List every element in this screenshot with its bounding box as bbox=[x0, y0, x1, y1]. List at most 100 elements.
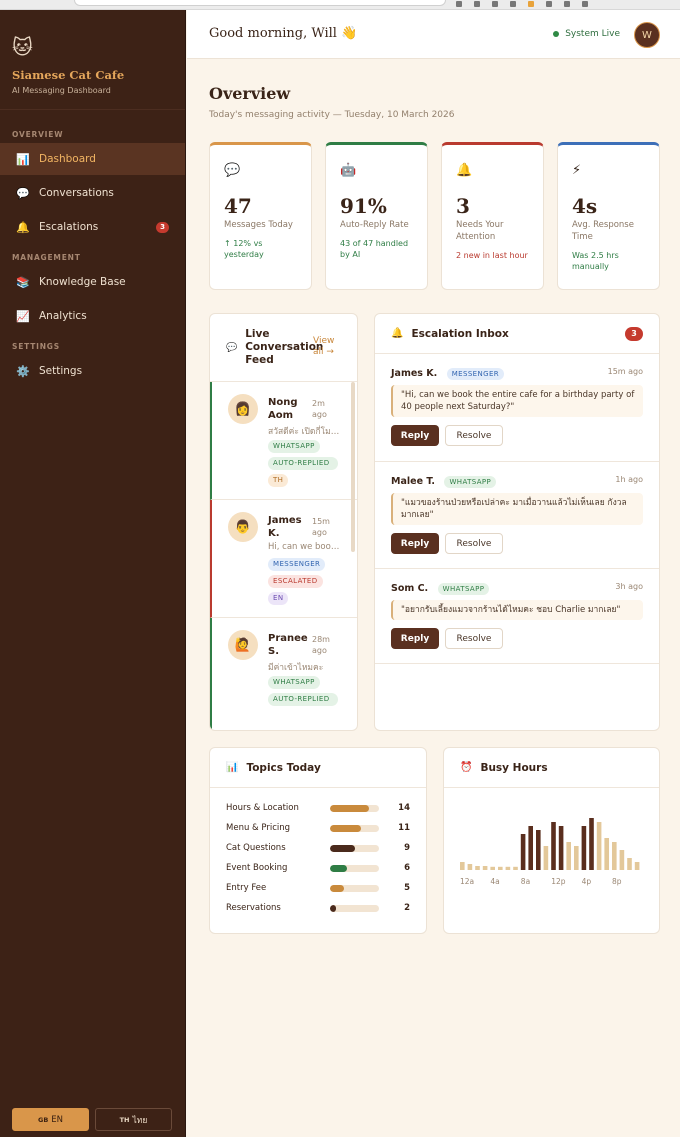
busy-hour-bar bbox=[604, 838, 609, 870]
resolve-button[interactable]: Resolve bbox=[445, 628, 503, 649]
busy-hour-bar bbox=[581, 826, 587, 870]
topic-count: 9 bbox=[404, 843, 410, 853]
busy-hour-bar bbox=[490, 866, 495, 870]
feed-item[interactable]: 👩 Nong Aom 2m ago สวัสดีค่ะ เปิดกี่โมงคะ… bbox=[210, 382, 357, 500]
brand: 🐱 Siamese Cat Cafe AI Messaging Dashboar… bbox=[0, 10, 185, 110]
stat-note: 43 of 47 handled by AI bbox=[340, 239, 409, 259]
escalation-actions: Reply Resolve bbox=[391, 425, 643, 446]
page-title: Overview bbox=[209, 84, 291, 103]
language-button-en[interactable]: GB EN bbox=[12, 1108, 89, 1131]
topic-name: Event Booking bbox=[226, 863, 288, 873]
topic-bar-track bbox=[330, 845, 379, 852]
topic-name: Hours & Location bbox=[226, 803, 299, 813]
robot-icon: 🤖 bbox=[340, 163, 357, 178]
feed-scrollbar[interactable] bbox=[351, 382, 355, 552]
feed-item[interactable]: 🙋 Pranee S. 28m ago มีค่าเข้าไหมคะ WHATS… bbox=[210, 618, 357, 730]
message-quote: "แมวของร้านป่วยหรือเปล่าคะ มาเมื่อวานแล้… bbox=[391, 493, 643, 525]
speech-bubble-icon: 💬 bbox=[16, 186, 30, 200]
topic-name: Menu & Pricing bbox=[226, 823, 291, 833]
resolve-button[interactable]: Resolve bbox=[445, 425, 503, 446]
escalation-item: Malee T. WHATSAPP 1h ago "แมวของร้านป่วย… bbox=[375, 462, 659, 569]
busy-hour-bar bbox=[520, 834, 526, 870]
feed-item[interactable]: 👨 James K. 15m ago Hi, can we book the e… bbox=[210, 500, 357, 618]
sidebar-item-dashboard[interactable]: 📊 Dashboard bbox=[0, 143, 185, 175]
extension-icon[interactable] bbox=[474, 1, 480, 7]
hour-tick-label: 12a bbox=[460, 877, 474, 886]
view-all-link[interactable]: View all → bbox=[313, 336, 343, 358]
bell-icon: 🔔 bbox=[16, 220, 30, 234]
hour-tick-label: 4a bbox=[490, 877, 499, 886]
lightning-icon: ⚡ bbox=[572, 163, 582, 178]
language-button-th[interactable]: TH ไทย bbox=[95, 1108, 172, 1131]
sidebar-item-escalations[interactable]: 🔔 Escalations 3 bbox=[0, 211, 185, 243]
nav-section-overview: OVERVIEW bbox=[12, 130, 64, 139]
cat-logo-icon: 🐱 bbox=[12, 35, 33, 59]
topic-count: 6 bbox=[404, 863, 410, 873]
status-tag: ESCALATED bbox=[268, 575, 323, 588]
stat-note: Was 2.5 hrs manually bbox=[572, 251, 619, 271]
feed-title: Live Conversation Feed bbox=[245, 328, 324, 366]
escalation-inbox: 🔔 Escalation Inbox 3 James K. MESSENGER … bbox=[374, 313, 660, 731]
topic-bar-track bbox=[330, 805, 379, 812]
extension-icon[interactable] bbox=[456, 1, 462, 7]
topic-row: Menu & Pricing 11 bbox=[226, 821, 410, 835]
topic-bar-track bbox=[330, 905, 379, 912]
language-switcher: GB EN TH ไทย bbox=[12, 1108, 172, 1131]
feed-tags: WHATSAPP AUTO-REPLIED bbox=[268, 676, 342, 706]
sidebar-item-label: Knowledge Base bbox=[39, 276, 126, 288]
sidebar-item-knowledge-base[interactable]: 📚 Knowledge Base bbox=[0, 266, 185, 298]
extension-icon[interactable] bbox=[582, 1, 588, 7]
busy-hour-bar bbox=[566, 842, 571, 870]
busy-hours-title: Busy Hours bbox=[480, 761, 548, 774]
reply-button[interactable]: Reply bbox=[391, 425, 439, 446]
escalations-count-badge: 3 bbox=[156, 221, 169, 233]
topic-bar-fill bbox=[330, 825, 361, 832]
bell-icon: 🔔 bbox=[391, 328, 404, 339]
reply-button[interactable]: Reply bbox=[391, 533, 439, 554]
topic-count: 14 bbox=[398, 803, 410, 813]
busy-hours: ⏰ Busy Hours 12a 4a 8a 12p 4p 8p bbox=[443, 747, 660, 934]
brand-name: Siamese Cat Cafe bbox=[12, 68, 125, 82]
topic-row: Entry Fee 5 bbox=[226, 881, 410, 895]
busy-hour-bar bbox=[467, 864, 473, 870]
topic-row: Reservations 2 bbox=[226, 901, 410, 915]
reply-button[interactable]: Reply bbox=[391, 628, 439, 649]
customer-name: Nong Aom bbox=[268, 397, 298, 421]
stat-card-attention: 🔔 3 Needs Your Attention 2 new in last h… bbox=[441, 142, 544, 290]
channel-tag: WHATSAPP bbox=[437, 583, 490, 595]
escalation-count-badge: 3 bbox=[625, 327, 643, 341]
customer-name: Pranee S. bbox=[268, 633, 308, 657]
busy-hour-bar bbox=[574, 846, 579, 870]
bar-chart-icon: 📊 bbox=[226, 762, 239, 773]
topic-bar-track bbox=[330, 865, 379, 872]
topics-header: 📊 Topics Today bbox=[210, 748, 426, 788]
stat-cards: 💬 47 Messages Today ↑ 12% vs yesterday 🤖… bbox=[209, 142, 660, 291]
extension-icon[interactable] bbox=[492, 1, 498, 7]
topic-bar-track bbox=[330, 825, 379, 832]
message-time: 2m ago bbox=[312, 399, 327, 419]
busy-hour-bar bbox=[505, 866, 511, 870]
busy-hours-header: ⏰ Busy Hours bbox=[444, 748, 659, 788]
sidebar-item-settings[interactable]: ⚙️ Settings bbox=[0, 355, 185, 387]
brand-subtitle: AI Messaging Dashboard bbox=[12, 86, 111, 95]
escalation-actions: Reply Resolve bbox=[391, 533, 643, 554]
extension-icon[interactable] bbox=[564, 1, 570, 7]
browser-address-bar[interactable] bbox=[74, 0, 446, 6]
topic-name: Entry Fee bbox=[226, 883, 267, 893]
gb-flag-icon: GB bbox=[37, 1115, 49, 1124]
resolve-button[interactable]: Resolve bbox=[445, 533, 503, 554]
busy-hour-bar bbox=[536, 830, 541, 870]
message-preview: Hi, can we book the entire cafe bbox=[268, 542, 340, 552]
extension-icon[interactable] bbox=[528, 1, 534, 7]
extension-icon[interactable] bbox=[510, 1, 516, 7]
extension-icon[interactable] bbox=[546, 1, 552, 7]
channel-tag: MESSENGER bbox=[446, 368, 505, 380]
busy-hour-bar bbox=[558, 826, 564, 870]
trend-chart-icon: 📈 bbox=[16, 309, 30, 323]
topic-name: Reservations bbox=[226, 903, 281, 913]
user-avatar[interactable]: W bbox=[634, 22, 660, 48]
topic-row: Event Booking 6 bbox=[226, 861, 410, 875]
speech-bubble-icon: 💬 bbox=[226, 342, 238, 353]
sidebar-item-analytics[interactable]: 📈 Analytics bbox=[0, 300, 185, 332]
sidebar-item-conversations[interactable]: 💬 Conversations bbox=[0, 177, 185, 209]
